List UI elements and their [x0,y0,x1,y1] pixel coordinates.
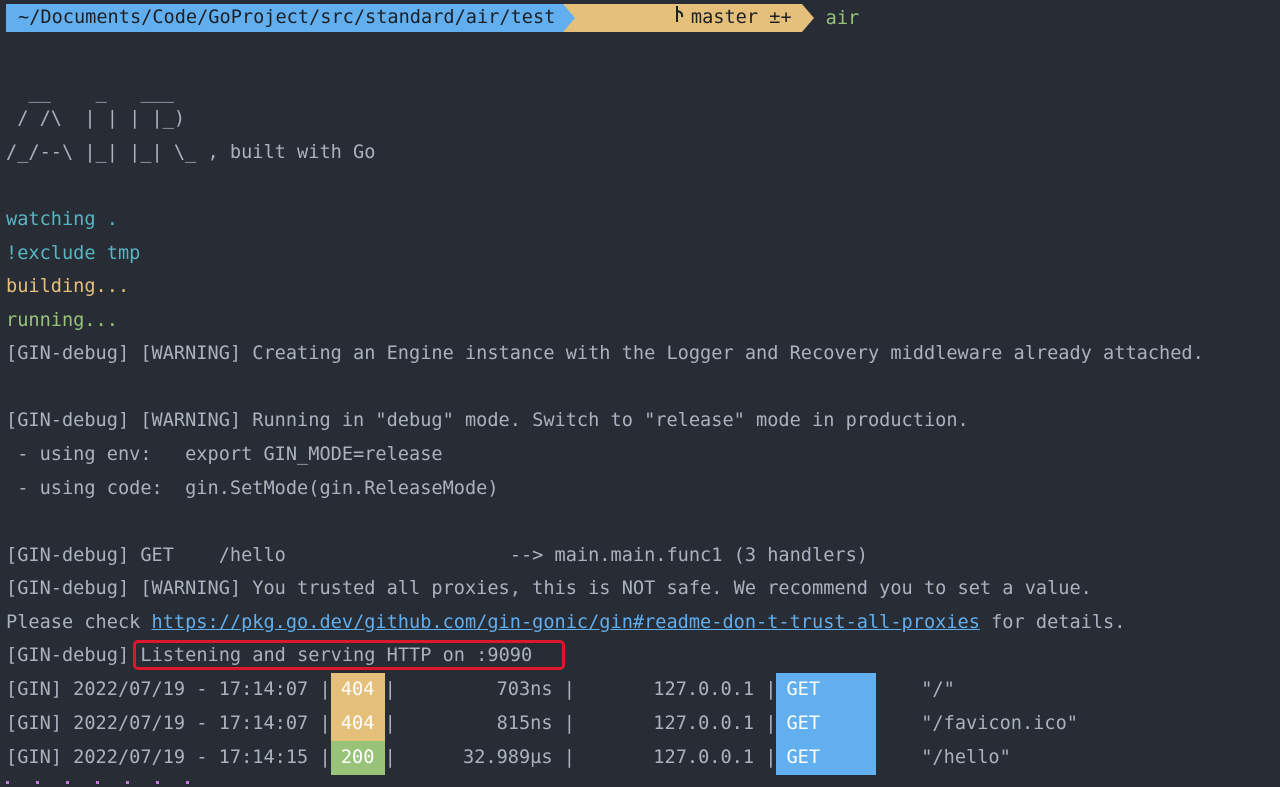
please-check-text: Please check [6,612,152,633]
request-timing: | 815ns | 127.0.0.1 | [384,713,777,734]
method-badge: GET [776,673,877,707]
request-log-row: [GIN] 2022/07/19 - 17:14:15 | 200 | 32.989… [6,741,1011,775]
listening-highlight-box [133,640,565,670]
request-path: "/favicon.ico" [876,713,1078,734]
request-timing: | 703ns | 127.0.0.1 | [384,679,777,700]
prompt-branch: master ±+ [690,7,792,28]
shell-prompt: ~/Documents/Code/GoProject/src/standard/… [6,4,859,32]
for-details-text: for details. [979,612,1126,633]
request-path: "/" [876,679,955,700]
method-badge: GET [776,707,877,741]
git-branch-icon [583,0,685,60]
banner-line-3: /_/--\ |_| |_| \_ , built with Go [6,142,376,163]
banner-line-2: / /\ | | | |_) [6,108,186,129]
route-line: [GIN-debug] GET /hello --> main.main.fun… [6,545,868,566]
prompt-path: ~/Documents/Code/GoProject/src/standard/… [6,4,564,32]
status-badge: 404 [330,707,385,741]
running-line: running... [6,310,118,331]
request-log-row: [GIN] 2022/07/19 - 17:14:07 | 404 | 815ns … [6,707,1078,741]
using-env-line: - using env: export GIN_MODE=release [6,444,443,465]
warning-debug-mode-line: [GIN-debug] [WARNING] Running in "debug"… [6,410,969,431]
prompt-command: air [825,7,860,29]
prompt-end-arrow [801,4,814,32]
using-code-line: - using code: gin.SetMode(gin.ReleaseMod… [6,478,499,499]
warning-proxies-line: [GIN-debug] [WARNING] You trusted all pr… [6,578,1092,599]
exclude-line: !exclude tmp [6,243,141,264]
request-prefix: [GIN] 2022/07/19 - 17:14:07 | [6,713,331,734]
listening-prefix: [GIN-debug] [6,645,141,666]
watching-line: watching . [6,209,118,230]
request-path: "/hello" [876,747,1011,768]
status-badge: 200 [330,741,385,775]
proxies-docs-link[interactable]: https://pkg.go.dev/github.com/gin-gonic/… [152,612,980,633]
status-badge: 404 [330,673,385,707]
method-badge: GET [776,741,877,775]
please-check-line: Please check https://pkg.go.dev/github.c… [6,606,1125,640]
request-log-row: [GIN] 2022/07/19 - 17:14:07 | 404 | 703ns … [6,673,955,707]
prompt-separator-arrow [563,4,576,32]
request-timing: | 32.989µs | 127.0.0.1 | [384,747,777,768]
request-prefix: [GIN] 2022/07/19 - 17:14:07 | [6,679,331,700]
building-line: building... [6,276,130,297]
request-prefix: [GIN] 2022/07/19 - 17:14:15 | [6,747,331,768]
warning-engine-line: [GIN-debug] [WARNING] Creating an Engine… [6,343,1204,364]
terminal-window[interactable]: ~/Documents/Code/GoProject/src/standard/… [0,0,1280,787]
prompt-git-segment: master ±+ [575,4,802,32]
cut-off-next-line [6,775,226,787]
